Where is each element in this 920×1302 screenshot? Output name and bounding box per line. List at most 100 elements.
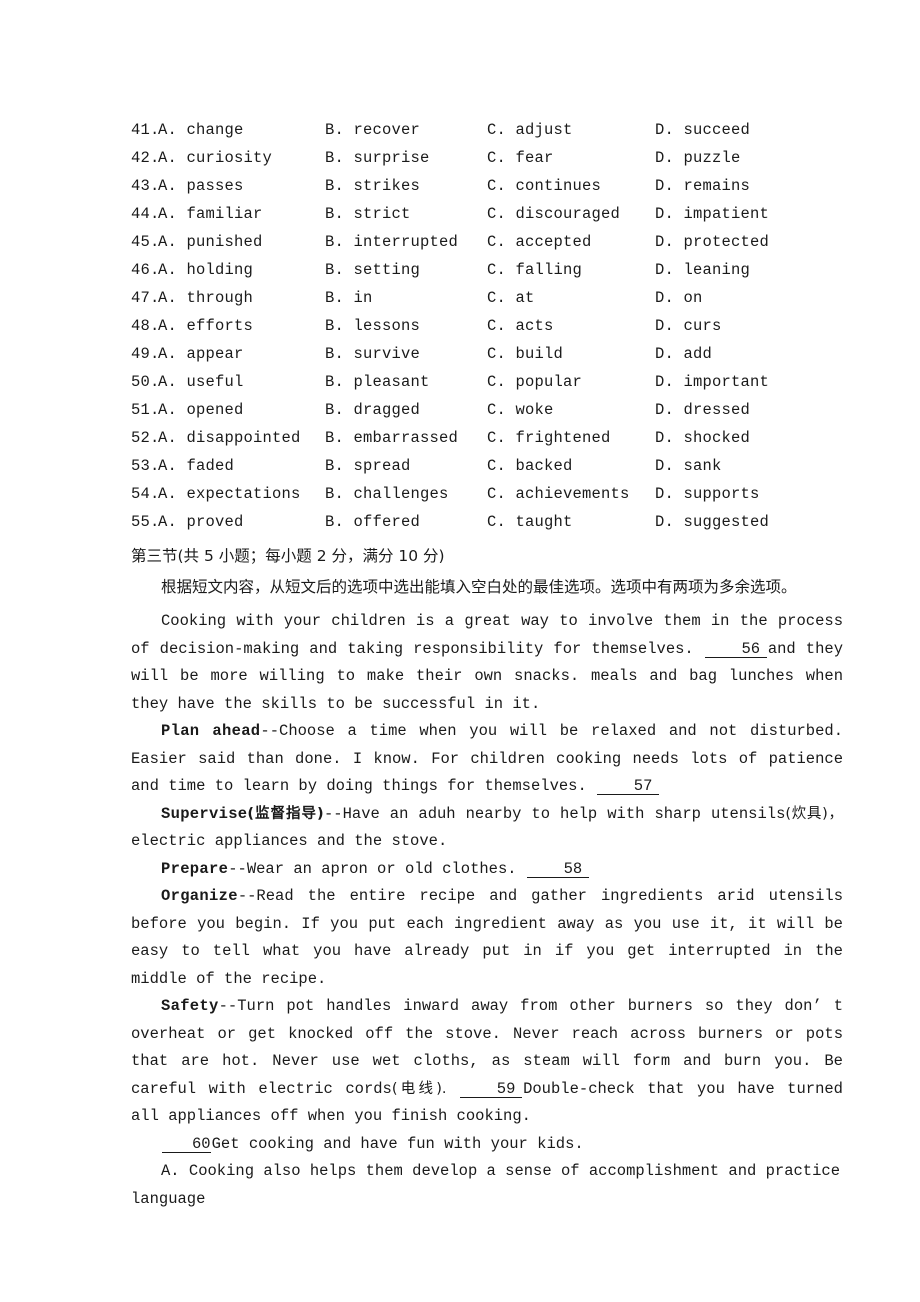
prepare-lead: Prepare (161, 859, 229, 878)
option-b[interactable]: B. embarrassed (325, 424, 458, 452)
table-row: 43. A. passes B. strikes C. continues D.… (131, 172, 845, 200)
option-c[interactable]: C. popular (487, 368, 582, 396)
option-a[interactable]: A. change (158, 116, 244, 144)
option-d[interactable]: D. supports (655, 480, 760, 508)
supervise-lead: Supervise (161, 804, 248, 823)
option-c[interactable]: C. discouraged (487, 200, 620, 228)
safety-paragraph: Safety--Turn pot handles inward away fro… (131, 993, 843, 1131)
blank-57[interactable]: 57 (597, 778, 660, 796)
option-d[interactable]: D. remains (655, 172, 750, 200)
table-row: 53. A. faded B. spread C. backed D. sank (131, 452, 845, 480)
safety-text-chinese: (电线). (391, 1080, 447, 1097)
option-b[interactable]: B. lessons (325, 312, 420, 340)
option-b[interactable]: B. interrupted (325, 228, 458, 256)
option-b[interactable]: B. setting (325, 256, 420, 284)
option-d[interactable]: D. important (655, 368, 769, 396)
option-c[interactable]: C. fear (487, 144, 554, 172)
table-row: 46. A. holding B. setting C. falling D. … (131, 256, 845, 284)
option-a[interactable]: A. passes (158, 172, 244, 200)
table-row: 54. A. expectations B. challenges C. ach… (131, 480, 845, 508)
option-b[interactable]: B. in (325, 284, 373, 312)
plan-ahead-lead: Plan ahead (161, 722, 261, 740)
question-number: 53. (131, 457, 160, 475)
option-d[interactable]: D. impatient (655, 200, 769, 228)
table-row: 41. A. change B. recover C. adjust D. su… (131, 116, 845, 144)
option-b[interactable]: B. recover (325, 116, 420, 144)
option-a[interactable]: A. punished (158, 228, 263, 256)
option-d[interactable]: D. add (655, 340, 712, 368)
table-row: 42. A. curiosity B. surprise C. fear D. … (131, 144, 845, 172)
option-d[interactable]: D. shocked (655, 424, 750, 452)
supervise-text-b: electric appliances and the stove. (131, 832, 448, 850)
supervise-text-chinese: (炊具)， (785, 805, 843, 822)
safety-lead: Safety (161, 997, 219, 1015)
option-a[interactable]: A. curiosity (158, 144, 272, 172)
option-a[interactable]: A. proved (158, 508, 244, 536)
option-d[interactable]: D. sank (655, 452, 722, 480)
organize-dash: -- (237, 887, 257, 905)
question-number: 46. (131, 261, 160, 279)
question-number: 54. (131, 485, 160, 503)
option-b[interactable]: B. surprise (325, 144, 430, 172)
blank-60[interactable]: 60 (162, 1135, 211, 1153)
question-number: 55. (131, 513, 160, 531)
option-c[interactable]: C. continues (487, 172, 601, 200)
blank-58[interactable]: 58 (526, 860, 589, 878)
option-c[interactable]: C. woke (487, 396, 554, 424)
option-b[interactable]: B. spread (325, 452, 411, 480)
option-c[interactable]: C. adjust (487, 116, 573, 144)
option-a[interactable]: A. through (158, 284, 253, 312)
document-page: 41. A. change B. recover C. adjust D. su… (0, 0, 920, 1302)
table-row: 52. A. disappointed B. embarrassed C. fr… (131, 424, 845, 452)
blank-59[interactable]: 59 (460, 1080, 523, 1098)
option-d[interactable]: D. succeed (655, 116, 750, 144)
passage-intro-paragraph: Cooking with your children is a great wa… (131, 608, 843, 718)
option-b[interactable]: B. strict (325, 200, 411, 228)
option-c[interactable]: C. acts (487, 312, 554, 340)
option-c[interactable]: C. build (487, 340, 563, 368)
question-number: 47. (131, 289, 160, 307)
option-a[interactable]: A. opened (158, 396, 244, 424)
page-content: 41. A. change B. recover C. adjust D. su… (131, 116, 845, 1213)
organize-lead: Organize (161, 887, 238, 905)
option-b[interactable]: B. survive (325, 340, 420, 368)
option-b[interactable]: B. strikes (325, 172, 420, 200)
option-d[interactable]: D. curs (655, 312, 722, 340)
table-row: 55. A. proved B. offered C. taught D. su… (131, 508, 845, 536)
option-a[interactable]: A. familiar (158, 200, 263, 228)
option-d[interactable]: D. leaning (655, 256, 750, 284)
option-d[interactable]: D. protected (655, 228, 769, 256)
question-number: 52. (131, 429, 160, 447)
option-c[interactable]: C. accepted (487, 228, 592, 256)
option-d[interactable]: D. suggested (655, 508, 769, 536)
answer-options-list: A. Cooking also helps them develop a sen… (131, 1158, 845, 1213)
table-row: 49. A. appear B. survive C. build D. add (131, 340, 845, 368)
option-b[interactable]: B. challenges (325, 480, 449, 508)
option-c[interactable]: C. achievements (487, 480, 630, 508)
table-row: 45. A. punished B. interrupted C. accept… (131, 228, 845, 256)
option-b[interactable]: B. pleasant (325, 368, 430, 396)
option-b[interactable]: B. dragged (325, 396, 420, 424)
organize-paragraph: Organize--Read the entire recipe and gat… (131, 883, 843, 993)
option-c[interactable]: C. falling (487, 256, 582, 284)
option-b[interactable]: B. offered (325, 508, 420, 536)
supervise-lead-chinese: (监督指导) (247, 805, 324, 822)
option-a[interactable]: A. disappointed (158, 424, 301, 452)
option-c[interactable]: C. at (487, 284, 535, 312)
option-a[interactable]: A. efforts (158, 312, 253, 340)
option-c[interactable]: C. frightened (487, 424, 611, 452)
option-a[interactable]: A. expectations (158, 480, 301, 508)
option-d[interactable]: D. puzzle (655, 144, 741, 172)
option-a[interactable]: A. faded (158, 452, 234, 480)
option-c[interactable]: C. backed (487, 452, 573, 480)
option-a[interactable]: A. holding (158, 256, 253, 284)
list-item[interactable]: A. Cooking also helps them develop a sen… (131, 1158, 845, 1213)
option-d[interactable]: D. dressed (655, 396, 750, 424)
question-number: 49. (131, 345, 160, 363)
blank-56[interactable]: 56 (704, 640, 767, 658)
option-a[interactable]: A. useful (158, 368, 244, 396)
option-a[interactable]: A. appear (158, 340, 244, 368)
option-c[interactable]: C. taught (487, 508, 573, 536)
question-number: 45. (131, 233, 160, 251)
option-d[interactable]: D. on (655, 284, 703, 312)
